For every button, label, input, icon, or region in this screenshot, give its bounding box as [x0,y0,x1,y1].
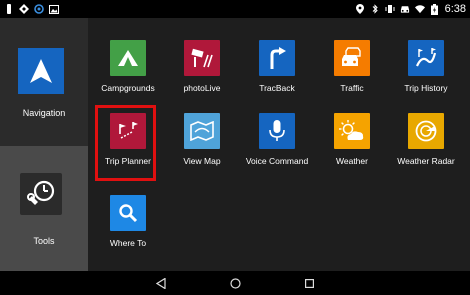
app-view-map[interactable]: View Map [166,111,238,177]
weather-sun-icon [334,113,370,149]
app-label: Weather [336,156,368,166]
navigation-diamond-icon [19,4,29,14]
app-label: Where To [109,238,147,248]
sidebar-item-label: Tools [33,236,55,246]
app-traffic[interactable]: Traffic [316,38,388,104]
app-tracback[interactable]: TracBack [241,38,313,104]
app-trip-history[interactable]: Trip History [390,38,462,104]
bluetooth-icon [370,4,380,14]
recents-square-icon[interactable] [302,276,316,290]
search-magnifier-icon [110,195,146,231]
trip-planner-icon [110,113,146,149]
app-label: Trip History [404,83,448,93]
app-label: Campgrounds [101,83,155,93]
app-where-to[interactable]: Where To [92,193,164,259]
battery-icon [430,3,440,15]
app-weather-radar[interactable]: Weather Radar [390,111,462,177]
back-triangle-icon[interactable] [154,276,168,290]
sidebar: Navigation Tools [0,18,88,271]
sidebar-item-tools[interactable]: Tools [0,146,88,271]
clock-time: 6:38 [444,3,466,15]
tracback-arrow-icon [259,40,295,76]
status-bar: 6:38 [0,0,470,18]
app-label: Trip Planner [105,156,151,166]
app-photolive[interactable]: photoLive [166,38,238,104]
app-sync-icon [34,4,44,14]
app-label: TracBack [259,83,295,93]
app-label: photoLive [183,83,221,93]
home-circle-icon[interactable] [228,276,242,290]
app-label: Voice Command [245,156,309,166]
weather-radar-icon [408,113,444,149]
app-campgrounds[interactable]: Campgrounds [92,38,164,104]
location-pin-icon [355,4,365,14]
campground-tent-icon [110,40,146,76]
wifi-icon [414,4,425,14]
vibrate-icon [385,4,395,14]
app-weather[interactable]: Weather [316,111,388,177]
app-voice-command[interactable]: Voice Command [241,111,313,177]
system-nav-bar [0,271,470,295]
app-trip-planner[interactable]: Trip Planner [92,111,164,177]
app-label: Traffic [340,83,364,93]
app-label: Weather Radar [397,156,455,166]
tools-clock-icon [20,173,62,215]
image-icon [49,4,59,14]
traffic-camera-icon [184,40,220,76]
microphone-icon [259,113,295,149]
sidebar-item-navigation[interactable]: Navigation [0,18,88,146]
car-icon [400,4,410,14]
trip-history-icon [408,40,444,76]
navigation-arrow-icon [18,48,64,94]
app-label: View Map [183,156,221,166]
notification-dot-icon [4,4,14,14]
sidebar-item-label: Navigation [22,108,66,118]
traffic-car-icon [334,40,370,76]
map-icon [184,113,220,149]
